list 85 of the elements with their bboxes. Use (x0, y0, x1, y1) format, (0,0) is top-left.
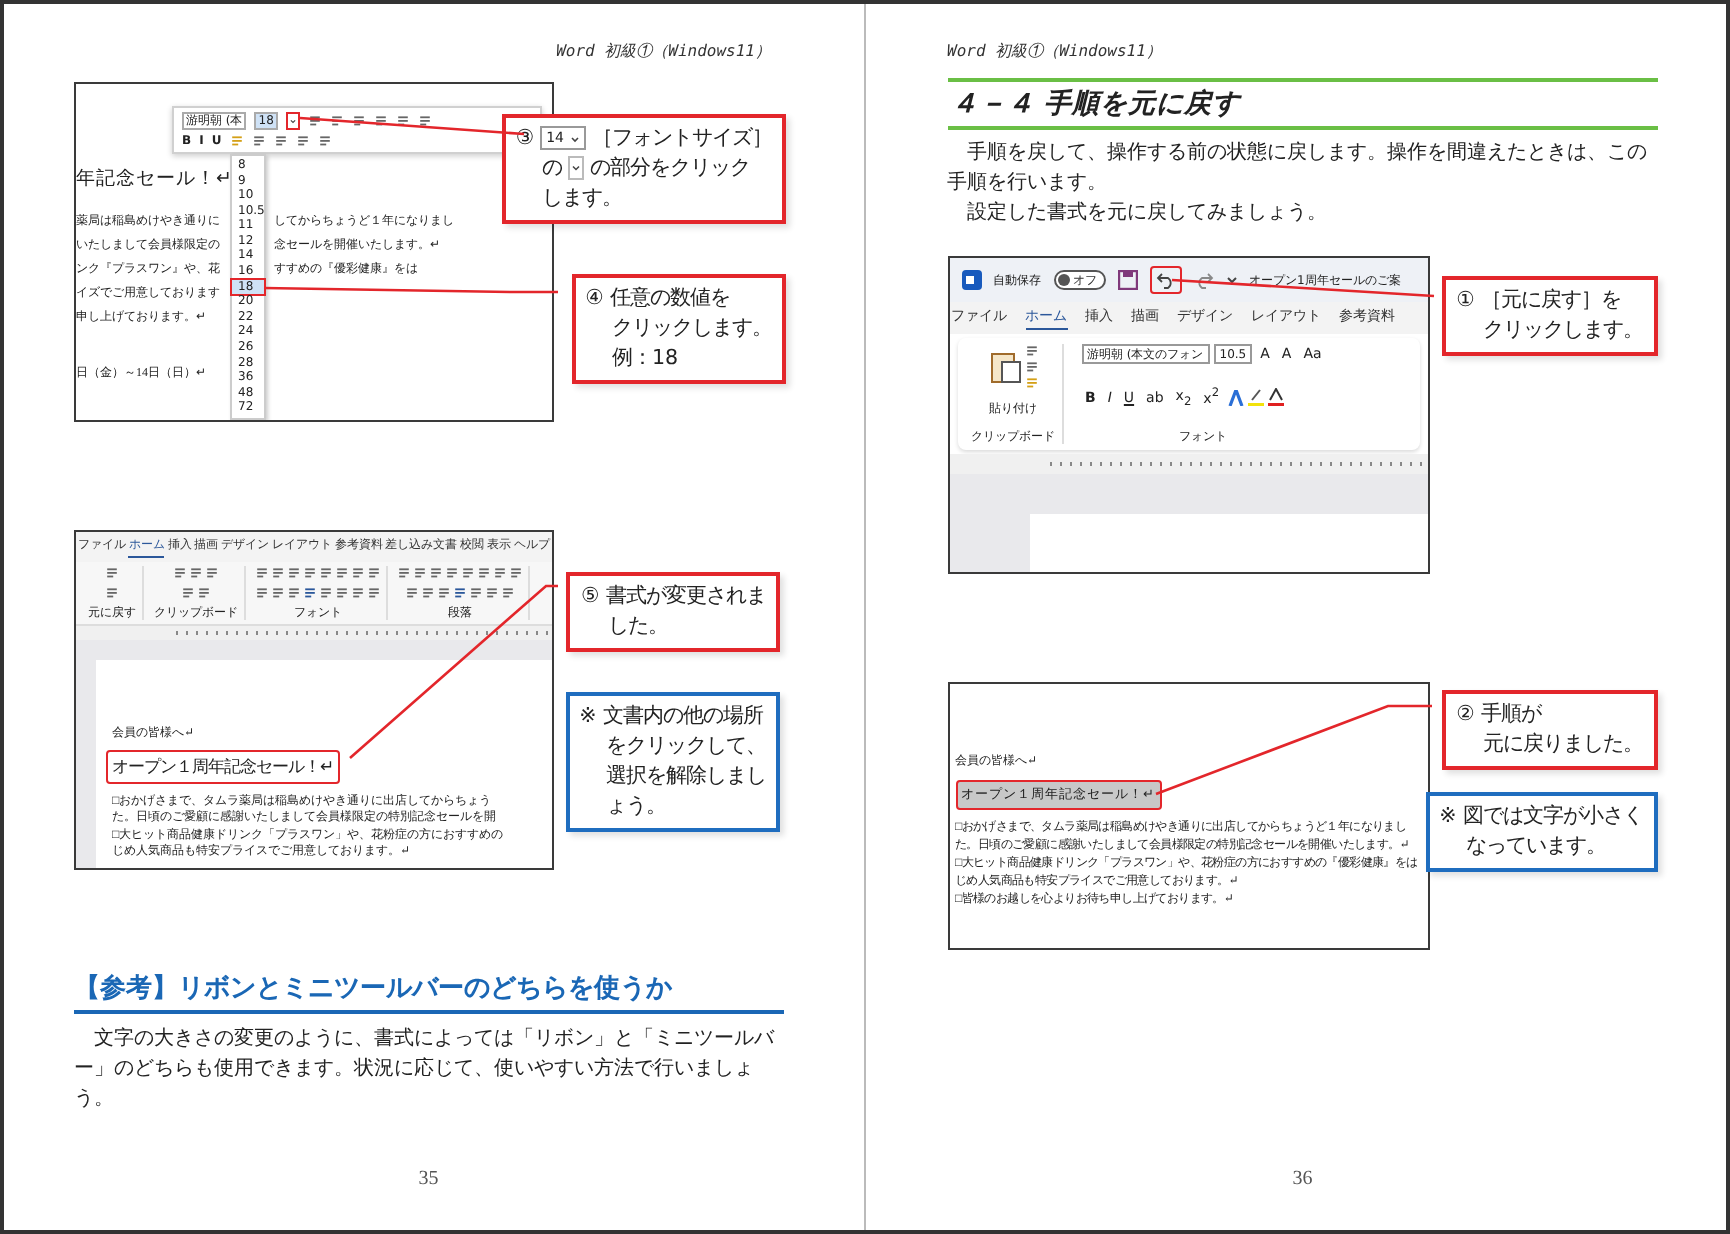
tool-icon[interactable] (478, 566, 490, 578)
callout-text: ［フォントサイズ］ (592, 124, 772, 154)
caret-icon[interactable] (1225, 274, 1237, 287)
tool-icon[interactable] (106, 585, 118, 598)
running-header: Word 初級①（Windows11） (947, 40, 1162, 62)
tool-icon[interactable] (295, 134, 310, 147)
selected-heading: オープン１周年記念セール！↵ (106, 750, 340, 785)
redo-icon[interactable] (1193, 270, 1213, 291)
tool-icon[interactable] (256, 566, 268, 578)
tool-icon[interactable] (272, 566, 284, 578)
tool-icon[interactable] (395, 114, 410, 127)
save-icon[interactable] (1117, 270, 1137, 291)
clipboard-icon[interactable] (989, 348, 1021, 385)
callout-text: ※ 文書内の他の場所 をクリックして、 選択を解除しまし ょう。 (579, 701, 766, 822)
tool-icon[interactable] (486, 585, 498, 598)
tool-icon[interactable] (414, 566, 426, 578)
tool-icon[interactable] (438, 585, 450, 598)
caret-icon (570, 133, 580, 144)
tool-icon[interactable] (190, 566, 202, 578)
tool-icon[interactable] (329, 114, 344, 127)
tool-icon[interactable] (251, 134, 266, 147)
section-heading: 【参考】リボンとミニツールバーのどちらを使うか (74, 970, 783, 1014)
tool-icon[interactable] (1025, 344, 1037, 357)
tool-icon[interactable] (417, 114, 432, 127)
callout-text: の部分をクリック (590, 153, 751, 184)
tool-icon[interactable] (373, 114, 388, 127)
tool-icon[interactable] (430, 566, 442, 578)
callout-text: します。 (542, 183, 623, 214)
callout-text: ③ (515, 124, 535, 154)
body-paragraph: 手順を戻して、操作する前の状態に戻します。操作を間違えたときは、この手順を行います。 (947, 140, 1650, 198)
tool-icon[interactable] (256, 585, 268, 598)
undo-icon (1155, 270, 1175, 291)
tool-icon[interactable] (462, 566, 474, 578)
callout-text: ① ［元に戻す］を クリックします。 (1456, 286, 1643, 347)
callout-text: ② 手順が 元に戻りました。 (1456, 700, 1643, 761)
tool-icon[interactable] (174, 566, 186, 578)
tool-icon[interactable] (352, 585, 364, 598)
tool-icon[interactable] (304, 566, 316, 578)
tool-icon[interactable] (317, 134, 332, 147)
tool-icon[interactable] (368, 566, 380, 578)
tool-icon[interactable] (470, 585, 482, 598)
tool-icon[interactable] (288, 585, 300, 598)
tool-icon[interactable] (273, 134, 288, 147)
tool-icon[interactable] (422, 585, 434, 598)
tool-icon[interactable] (351, 114, 366, 127)
tool-icon[interactable] (304, 585, 316, 598)
document-heading: 年記念セール！↵ (76, 166, 230, 192)
highlighter-icon[interactable] (1247, 388, 1264, 407)
tool-icon[interactable] (454, 585, 466, 598)
running-header: Word 初級①（Windows11） (556, 40, 771, 62)
tool-icon[interactable] (336, 566, 348, 578)
tool-icon[interactable] (320, 566, 332, 578)
callout-text: の (542, 153, 563, 184)
tool-icon[interactable] (288, 566, 300, 578)
tool-icon[interactable] (336, 585, 348, 598)
app-logo-icon (961, 270, 981, 291)
tool-icon[interactable] (502, 585, 514, 598)
tool-icon[interactable] (307, 114, 322, 127)
font-color-icon[interactable] (1267, 388, 1284, 407)
tool-icon[interactable] (198, 585, 210, 598)
tool-icon[interactable] (320, 585, 332, 598)
tool-icon[interactable] (106, 566, 118, 578)
tool-icon[interactable] (368, 585, 380, 598)
tool-icon[interactable] (352, 566, 364, 578)
tool-icon[interactable] (398, 566, 410, 578)
page-number: 36 (1292, 1168, 1313, 1190)
tool-icon[interactable] (272, 585, 284, 598)
callout-text: ⑤ 書式が変更されま した。 (580, 582, 766, 642)
tool-icon[interactable] (406, 585, 418, 598)
undo-button[interactable] (1149, 266, 1181, 295)
body-paragraph: 設定した書式を元に戻してみましょう。 (965, 199, 1330, 228)
dropdown-caret-icon[interactable] (285, 111, 300, 130)
tool-icon[interactable] (206, 566, 218, 578)
callout-text: ④ 任意の数値を クリックします。 例：18 (585, 283, 772, 374)
page-number: 35 (418, 1168, 439, 1190)
tool-icon[interactable] (182, 585, 194, 598)
tool-icon[interactable] (446, 566, 458, 578)
callout-text: ※ 図では文字が小さく なっています。 (1439, 802, 1643, 863)
body-paragraph: 文字の大きさの変更のように、書式によっては「リボン」と「ミニツールバー」のどちらも使用できます。状況に応じて、使いやすい方法で行いましょう。 (74, 1026, 777, 1114)
tool-icon[interactable] (1025, 360, 1037, 373)
tool-icon[interactable] (494, 566, 506, 578)
tool-icon[interactable] (510, 566, 522, 578)
dropdown-caret-icon (568, 156, 585, 181)
text-effect-icon[interactable] (1227, 389, 1244, 406)
section-heading: ４－４ 手順を元に戻す (947, 78, 1658, 130)
